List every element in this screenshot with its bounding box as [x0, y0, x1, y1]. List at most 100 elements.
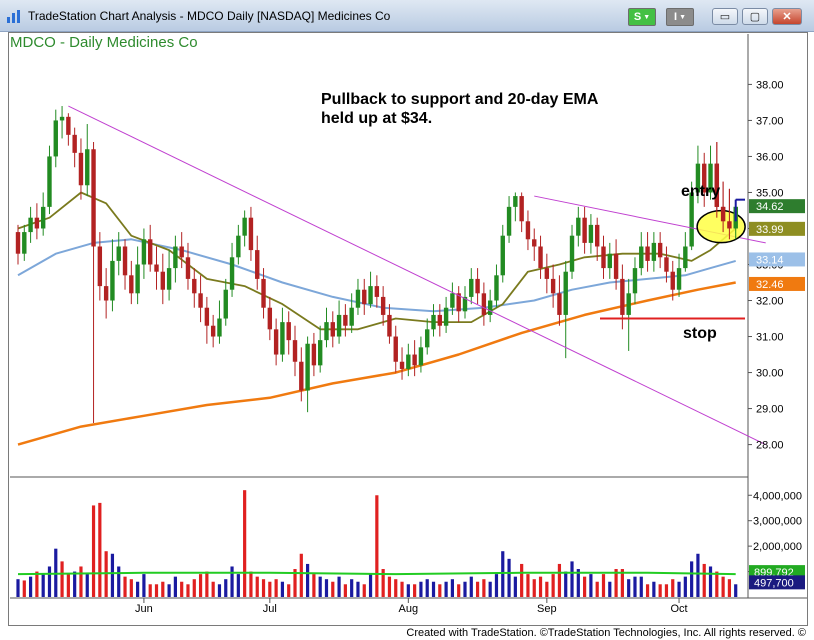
volume-bar	[261, 579, 266, 597]
price-tick-label: 35.00	[756, 187, 784, 199]
volume-bar	[230, 566, 234, 597]
volume-bar	[343, 584, 347, 597]
candle-up	[443, 307, 449, 326]
volume-bar	[564, 571, 568, 597]
candle-up	[280, 322, 285, 355]
volume-bar	[198, 574, 203, 597]
x-tick-label: Sep	[537, 603, 557, 615]
volume-bar	[419, 581, 423, 597]
candle-down	[393, 336, 398, 362]
candle-up	[368, 286, 373, 305]
candle-down	[727, 221, 732, 229]
volume-bar	[287, 584, 291, 597]
price-tick-label: 36.00	[756, 151, 784, 163]
candle-up	[217, 318, 222, 337]
volume-bar	[696, 553, 700, 597]
volume-bar	[167, 584, 171, 597]
candle-down	[412, 354, 417, 366]
volume-bar	[47, 566, 52, 597]
volume-bar	[545, 581, 549, 597]
candle-down	[525, 221, 531, 240]
candle-up	[53, 120, 58, 157]
price-tick-label: 28.00	[756, 440, 784, 452]
candle-down	[129, 275, 134, 294]
candle-up	[450, 293, 455, 308]
volume-bar	[627, 579, 631, 597]
volume-bar	[79, 566, 83, 597]
candle-down	[481, 293, 487, 315]
volume-bar	[425, 579, 429, 597]
volume-bar	[117, 566, 121, 597]
volume-bar	[413, 584, 417, 597]
volume-tick-label: 3,000,000	[753, 516, 802, 528]
volume-tag-label: 497,700	[754, 577, 794, 589]
volume-bar	[727, 579, 732, 597]
candle-up	[166, 268, 172, 290]
candle-up	[236, 235, 241, 258]
candle-up	[431, 314, 436, 330]
candle-down	[601, 246, 606, 269]
candle-down	[103, 286, 109, 301]
candle-up	[242, 217, 247, 236]
volume-bar	[551, 574, 555, 597]
volume-bar	[683, 576, 687, 597]
candle-down	[34, 217, 40, 229]
volume-bar	[400, 581, 404, 597]
candle-up	[569, 235, 575, 272]
price-tick-label: 29.00	[756, 404, 784, 416]
candle-down	[204, 307, 210, 326]
candle-down	[292, 340, 298, 362]
candle-up	[22, 232, 27, 254]
volume-bar	[715, 571, 719, 597]
volume-bar	[337, 576, 341, 597]
candle-down	[198, 293, 203, 308]
volume-bar	[444, 581, 448, 597]
volume-bar	[192, 579, 196, 597]
downtrend-line	[68, 105, 766, 446]
volume-bar	[16, 579, 20, 597]
volume-bar	[154, 584, 159, 597]
volume-bar	[520, 563, 524, 597]
candle-up	[425, 329, 430, 348]
volume-bar	[211, 581, 215, 597]
candle-down	[192, 278, 197, 294]
candle-up	[59, 116, 65, 121]
price-tag-label: 33.14	[756, 254, 784, 266]
candle-up	[173, 246, 178, 269]
volume-bar	[406, 584, 410, 597]
volume-bar	[98, 502, 102, 597]
candle-up	[141, 239, 147, 265]
candle-down	[475, 278, 480, 294]
candle-down	[154, 264, 159, 272]
candle-up	[135, 264, 140, 294]
volume-bar	[501, 551, 505, 597]
volume-bar	[664, 584, 669, 597]
volume-bar	[557, 563, 562, 597]
volume-bar	[469, 576, 473, 597]
volume-bar	[205, 571, 209, 597]
candle-down	[255, 250, 260, 279]
candle-down	[343, 314, 348, 326]
candle-down	[582, 217, 587, 243]
candle-down	[550, 278, 556, 294]
volume-bar	[274, 579, 278, 597]
candle-up	[506, 206, 512, 236]
candle-down	[286, 322, 291, 341]
price-tag-label: 32.46	[756, 279, 784, 291]
volume-bar	[66, 574, 70, 597]
candle-down	[544, 268, 550, 279]
candle-up	[40, 206, 46, 229]
candle-down	[91, 149, 96, 247]
volume-bar	[475, 581, 480, 597]
volume-bar	[91, 505, 96, 597]
volume-bar	[639, 576, 643, 597]
candle-down	[532, 239, 537, 247]
candle-up	[229, 257, 235, 290]
price-tag-label: 33.99	[756, 224, 784, 236]
candle-down	[261, 278, 266, 308]
volume-bar	[186, 584, 190, 597]
candle-down	[185, 257, 191, 279]
volume-bar	[306, 563, 310, 597]
candle-up	[223, 289, 228, 319]
candle-down	[210, 325, 216, 337]
